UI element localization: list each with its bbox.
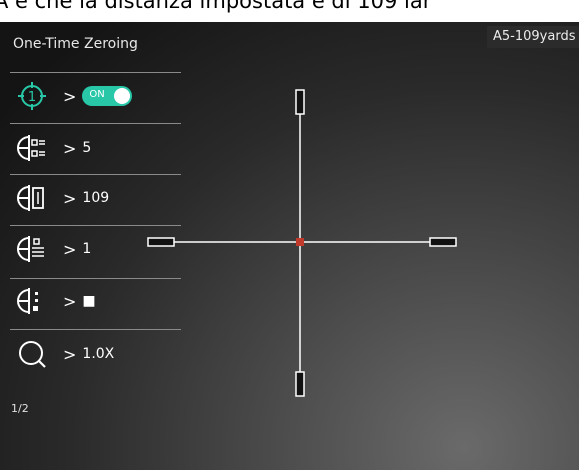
- reticle-left-post: [147, 237, 175, 247]
- caption-text: A e che la distanza impostata è di 109 i…: [0, 0, 579, 22]
- reticle-top-post: [295, 89, 305, 115]
- reticle-right-post: [429, 237, 457, 247]
- reticle-bottom-post: [295, 371, 305, 397]
- reticle-center-dot: [296, 238, 304, 246]
- scope-view: One-Time Zeroing 1 > ON > 5 > 109 > 1 > …: [0, 22, 579, 470]
- crosshair-reticle: [147, 89, 457, 397]
